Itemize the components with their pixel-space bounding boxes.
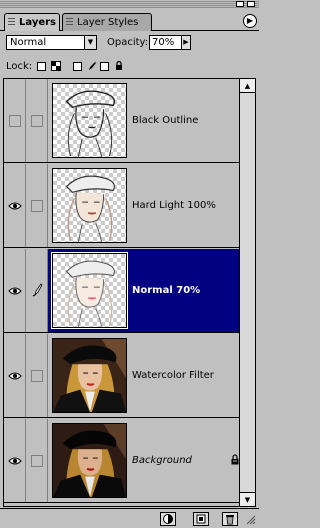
blend-mode-select[interactable]: Normal ▼ [6, 35, 97, 50]
brush-icon [89, 62, 96, 70]
padlock-icon [116, 61, 122, 70]
layers-bottom-bar [0, 508, 259, 528]
link-toggle[interactable] [26, 164, 48, 247]
opacity-input[interactable]: 70% [149, 35, 182, 50]
link-empty-box [31, 370, 43, 382]
lock-transparency-checkbox[interactable] [37, 62, 46, 71]
layer-thumbnail [52, 338, 127, 413]
resize-grip-icon[interactable] [244, 513, 256, 525]
layer-row-background[interactable]: Background [4, 419, 239, 503]
visibility-off-box [9, 115, 21, 127]
eye-icon [8, 457, 22, 465]
blend-mode-value: Normal [10, 37, 47, 48]
layer-name: Normal 70% [132, 285, 201, 296]
link-empty-box [31, 115, 43, 127]
visibility-toggle[interactable] [4, 79, 26, 162]
triangle-down-icon: ▼ [244, 496, 251, 504]
link-toggle[interactable] [26, 334, 48, 417]
layer-name: Watercolor Filter [132, 370, 214, 381]
panel-menu-button[interactable]: ▶ [243, 14, 257, 28]
active-layer-indicator[interactable] [26, 249, 48, 332]
portrait-photo-image [53, 424, 126, 497]
portrait-photo-image [53, 339, 126, 412]
layer-style-button[interactable] [160, 512, 176, 526]
scroll-up-button[interactable]: ▲ [240, 79, 255, 93]
link-toggle[interactable] [26, 79, 48, 162]
lock-all-checkbox[interactable] [100, 62, 109, 71]
layers-list[interactable]: Black Outline Hard Light 100% Normal 70%… [3, 78, 240, 507]
close-box-icon[interactable] [236, 1, 244, 7]
layer-name: Background [132, 455, 192, 466]
eye-icon [8, 202, 22, 210]
layer-thumbnail [52, 423, 127, 498]
padlock-icon [231, 454, 239, 465]
layer-main[interactable]: Black Outline [48, 79, 239, 162]
lock-image-checkbox[interactable] [73, 62, 82, 71]
delete-layer-button[interactable] [222, 512, 238, 526]
half-circle-icon [163, 514, 173, 524]
layer-main[interactable]: Normal 70% [48, 249, 239, 332]
layer-main[interactable]: Hard Light 100% [48, 164, 239, 247]
opacity-label: Opacity: [107, 37, 149, 48]
link-toggle[interactable] [26, 419, 48, 502]
visibility-toggle[interactable] [4, 334, 26, 417]
layer-row[interactable]: Black Outline [4, 79, 239, 163]
tab-grip-icon [66, 18, 73, 27]
color-sketch-image [65, 260, 115, 327]
tab-layers[interactable]: Layers [4, 13, 60, 31]
trash-icon [226, 515, 234, 525]
opacity-slider-button[interactable]: ▶ [181, 35, 191, 50]
brush-icon [32, 283, 43, 297]
chevron-down-icon: ▼ [84, 36, 96, 49]
tab-label: Layers [19, 17, 56, 28]
visibility-toggle[interactable] [4, 249, 26, 332]
new-layer-button[interactable] [193, 512, 209, 526]
opacity-value: 70% [152, 37, 175, 48]
tab-bar: Layers Layer Styles ▶ [0, 10, 259, 31]
layer-row[interactable]: Hard Light 100% [4, 164, 239, 248]
checker-icon [51, 61, 61, 71]
layer-main[interactable]: Watercolor Filter [48, 334, 239, 417]
tab-grip-icon [8, 18, 15, 27]
layer-name: Black Outline [132, 115, 199, 126]
tab-label: Layer Styles [77, 17, 139, 28]
color-sketch-image [65, 175, 115, 242]
eye-icon [8, 287, 22, 295]
visibility-toggle[interactable] [4, 419, 26, 502]
new-page-icon [196, 514, 206, 524]
triangle-up-icon: ▲ [244, 82, 251, 90]
layer-name: Hard Light 100% [132, 200, 216, 211]
triangle-right-icon: ▶ [246, 16, 254, 25]
visibility-toggle[interactable] [4, 164, 26, 247]
eye-icon [8, 372, 22, 380]
layer-thumbnail [51, 252, 128, 329]
layer-main[interactable]: Background [48, 419, 239, 502]
link-empty-box [31, 455, 43, 467]
triangle-right-icon: ▶ [183, 38, 189, 46]
outline-sketch-image [65, 90, 116, 157]
panel-titlebar[interactable] [0, 0, 259, 8]
lock-label: Lock: [6, 61, 33, 72]
tab-layer-styles[interactable]: Layer Styles [62, 13, 152, 31]
layer-row[interactable]: Watercolor Filter [4, 334, 239, 418]
link-empty-box [31, 200, 43, 212]
layer-thumbnail [52, 83, 127, 158]
scroll-down-button[interactable]: ▼ [240, 492, 255, 506]
layer-thumbnail [52, 168, 127, 243]
layer-row-selected[interactable]: Normal 70% [4, 249, 239, 333]
vertical-scrollbar[interactable]: ▲ ▼ [240, 78, 256, 507]
zoom-box-icon[interactable] [247, 1, 255, 7]
